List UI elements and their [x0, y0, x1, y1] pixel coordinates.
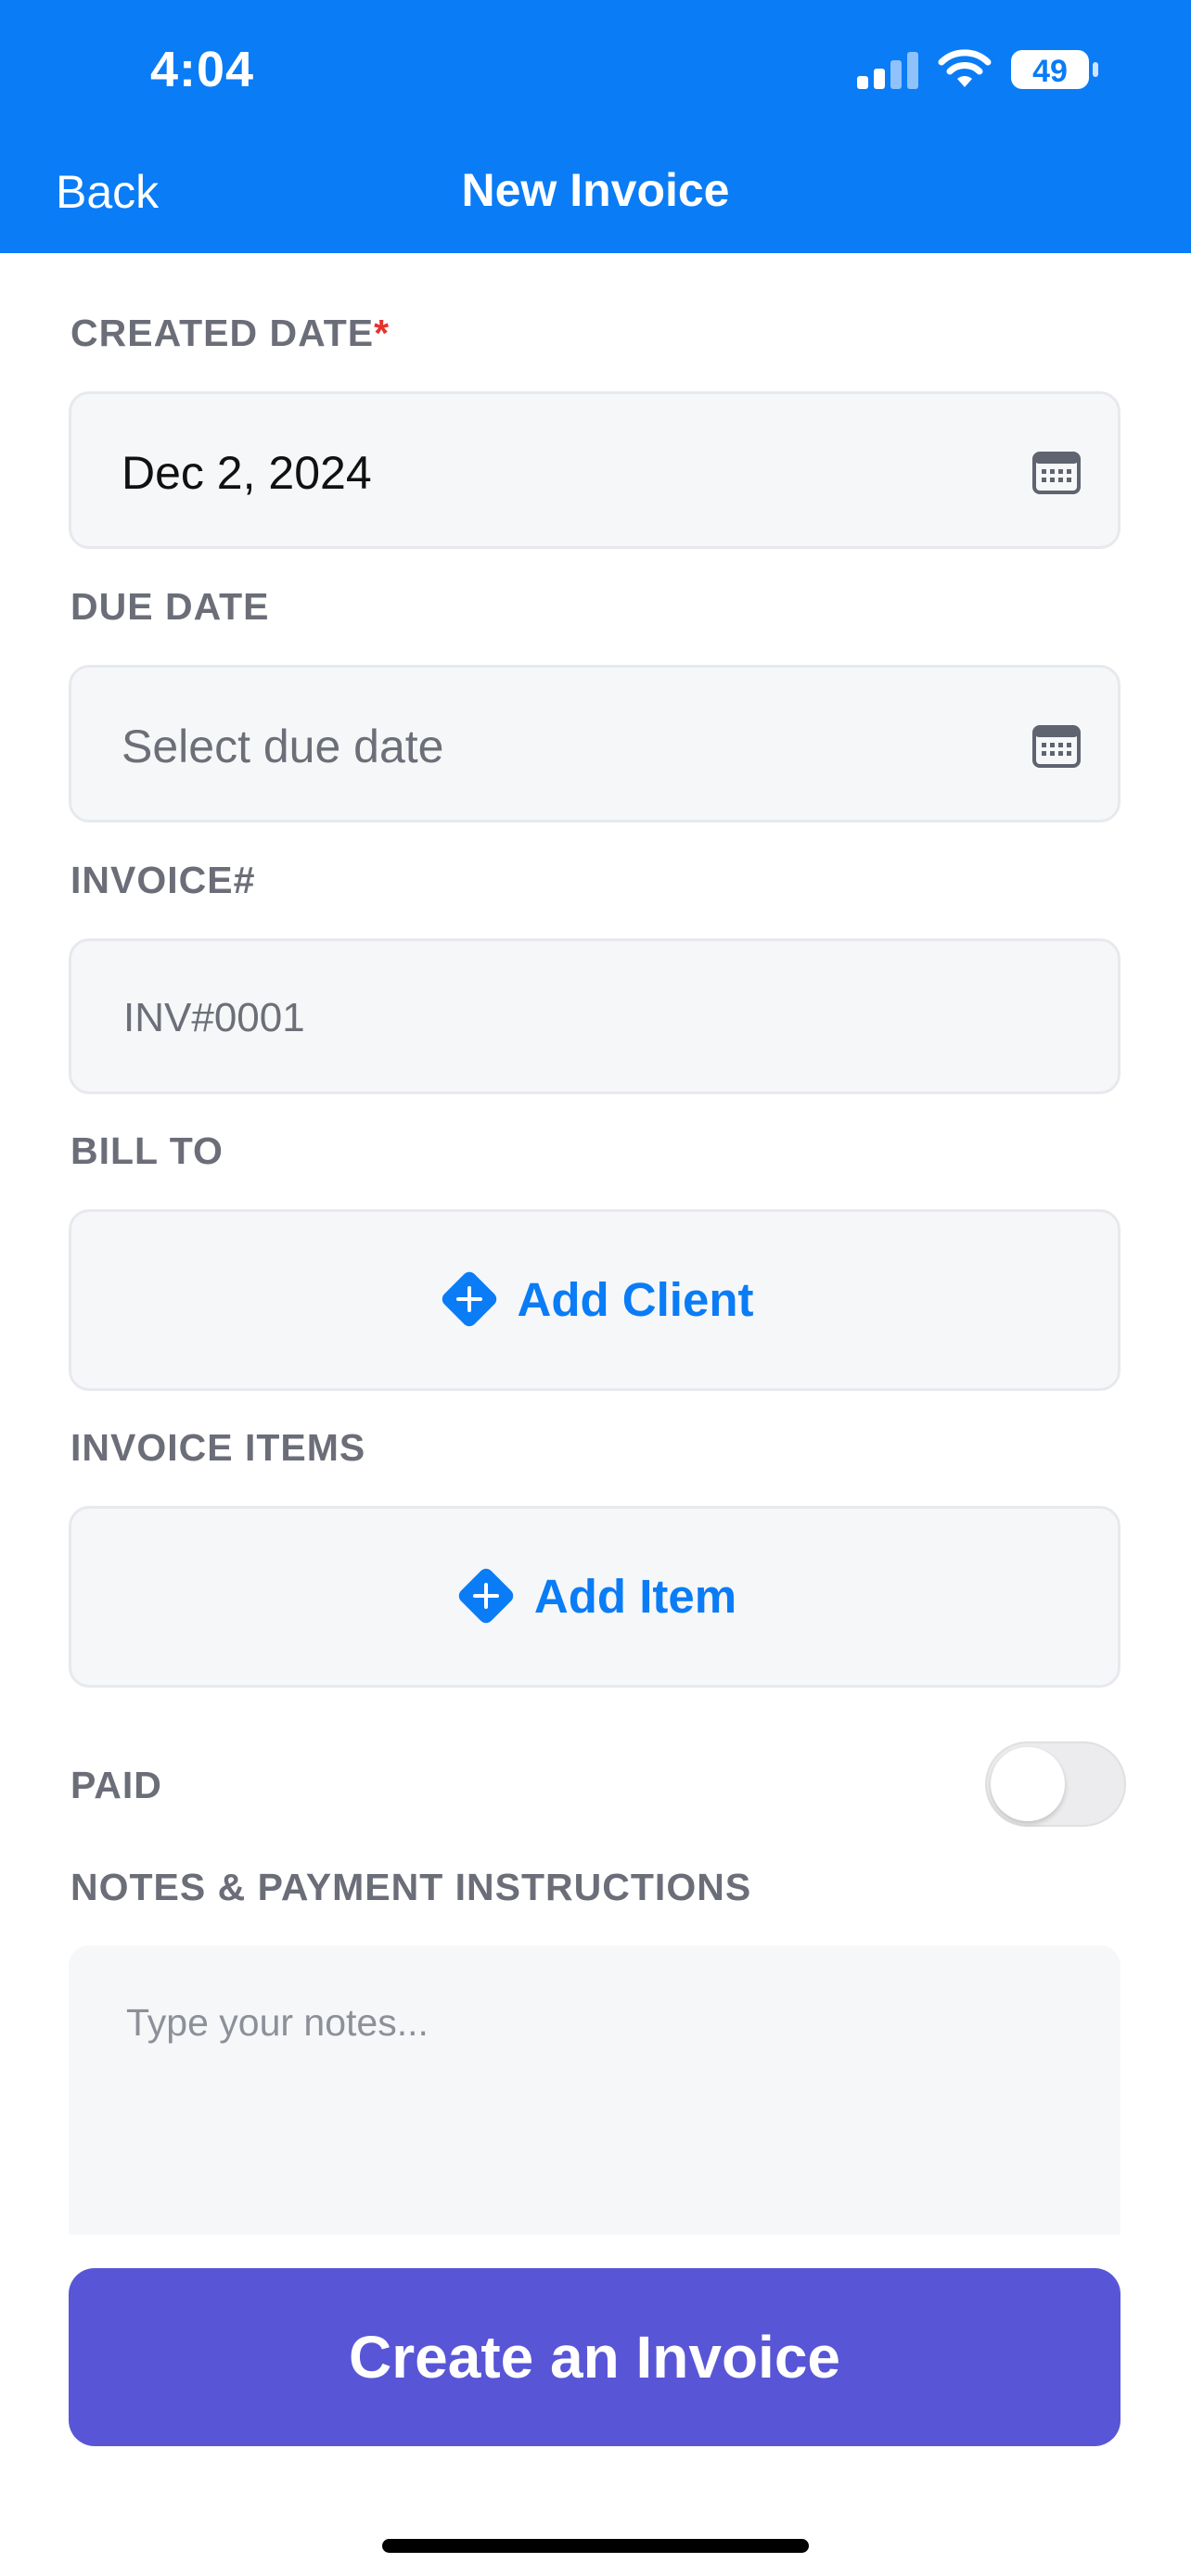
paid-toggle[interactable] — [985, 1741, 1126, 1827]
due-date-label: DUE DATE — [70, 585, 270, 628]
battery-level: 49 — [1032, 54, 1068, 89]
notes-label: NOTES & PAYMENT INSTRUCTIONS — [70, 1866, 752, 1908]
invoice-items-label: INVOICE ITEMS — [70, 1426, 366, 1469]
add-item-content: Add Item — [71, 1562, 1118, 1629]
invoice-number-label: INVOICE# — [70, 859, 256, 901]
due-date-field[interactable]: Select due date — [69, 665, 1121, 823]
notes-placeholder: Type your notes... — [126, 2001, 429, 2044]
calendar-icon[interactable] — [1032, 450, 1081, 494]
wifi-icon — [938, 49, 992, 87]
plus-diamond-icon — [458, 1568, 514, 1624]
add-client-label: Add Client — [517, 1272, 754, 1326]
paid-label: PAID — [70, 1764, 162, 1806]
add-client-button[interactable]: Add Client — [69, 1209, 1121, 1391]
page-title: New Invoice — [461, 164, 730, 216]
home-indicator — [382, 2539, 809, 2553]
due-date-placeholder: Select due date — [122, 721, 444, 772]
invoice-number-value: INV#0001 — [123, 995, 305, 1040]
created-date-value: Dec 2, 2024 — [122, 447, 372, 499]
created-date-field[interactable]: Dec 2, 2024 — [69, 391, 1121, 549]
plus-diamond-icon — [442, 1271, 496, 1327]
create-invoice-button[interactable]: Create an Invoice — [69, 2268, 1121, 2446]
bill-to-label: BILL TO — [70, 1129, 224, 1172]
status-time: 4:04 — [150, 42, 255, 97]
battery-icon: 49 — [1011, 50, 1098, 89]
toggle-knob — [991, 1747, 1065, 1821]
required-asterisk: * — [374, 312, 391, 354]
invoice-number-field[interactable]: INV#0001 — [69, 938, 1121, 1094]
add-client-content: Add Client — [71, 1266, 1118, 1333]
notes-textarea[interactable]: Type your notes... — [69, 1945, 1121, 2235]
cellular-signal-icon — [857, 52, 918, 89]
created-date-label-text: CREATED DATE — [70, 312, 375, 354]
add-item-label: Add Item — [533, 1569, 737, 1623]
calendar-icon[interactable] — [1032, 723, 1081, 768]
created-date-label: CREATED DATE* — [70, 312, 390, 355]
add-item-button[interactable]: Add Item — [69, 1506, 1121, 1688]
navigation-header: 4:04 49 Back New Invoice — [0, 0, 1191, 253]
